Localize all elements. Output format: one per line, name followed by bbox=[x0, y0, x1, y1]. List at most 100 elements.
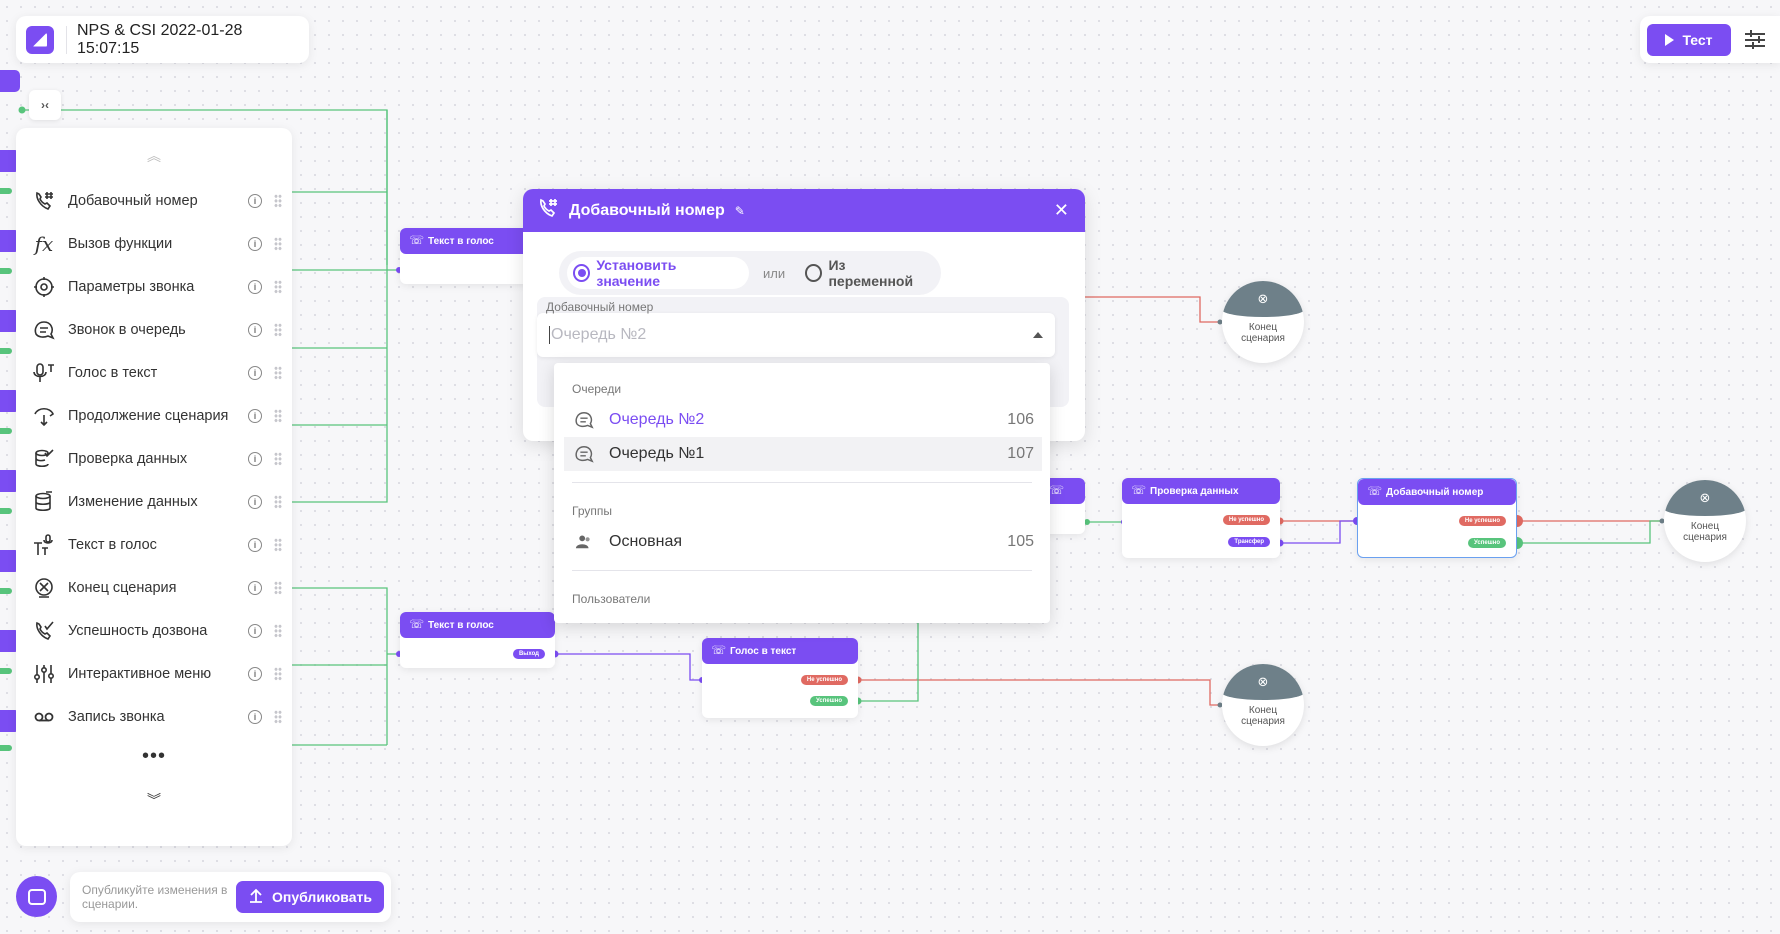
drag-handle-icon[interactable] bbox=[274, 452, 282, 466]
phone-hash-icon bbox=[32, 189, 56, 213]
text-to-voice-icon bbox=[32, 533, 56, 557]
node-title: Текст в голос bbox=[400, 612, 555, 638]
port-fail-label: Не успешно bbox=[1222, 515, 1270, 525]
palette-item-check-data[interactable]: Проверка данных i bbox=[32, 441, 282, 477]
palette-item-call-params[interactable]: Параметры звонка i bbox=[32, 269, 282, 305]
drag-handle-icon[interactable] bbox=[274, 280, 282, 294]
info-icon[interactable]: i bbox=[248, 624, 262, 638]
scenario-title[interactable]: NPS & CSI 2022-01-28 15:07:15 bbox=[77, 22, 309, 58]
palette-item-end-scenario[interactable]: Конец сценария i bbox=[32, 570, 282, 606]
node-check-data[interactable]: Проверка данных Не успешно Трансфер bbox=[1122, 478, 1280, 558]
dropdown-option-queue-2[interactable]: Очередь №2 106 bbox=[564, 403, 1042, 437]
settings-sliders-icon[interactable] bbox=[1745, 29, 1765, 50]
scroll-up-icon[interactable]: ︽ bbox=[16, 146, 292, 166]
palette-item-call-success[interactable]: Успешность дозвона i bbox=[32, 613, 282, 649]
palette-item-call-record[interactable]: Запись звонка i bbox=[32, 699, 282, 735]
caret-up-icon[interactable] bbox=[1033, 332, 1043, 338]
node-end-scenario-2[interactable]: ⊗ Конец сценария bbox=[1222, 664, 1304, 746]
title-divider bbox=[65, 25, 67, 54]
info-icon[interactable]: i bbox=[248, 409, 262, 423]
info-icon[interactable]: i bbox=[248, 366, 262, 380]
drag-handle-icon[interactable] bbox=[274, 323, 282, 337]
info-icon[interactable]: i bbox=[248, 538, 262, 552]
or-label: или bbox=[763, 265, 786, 281]
option-name: Основная bbox=[609, 533, 683, 550]
drag-handle-icon[interactable] bbox=[274, 710, 282, 724]
phone-hash-icon bbox=[537, 197, 559, 224]
info-icon[interactable]: i bbox=[248, 237, 262, 251]
palette-item-text-to-voice[interactable]: Текст в голос i bbox=[32, 527, 282, 563]
node-voice-to-text[interactable]: Голос в текст Не успешно Успешно bbox=[702, 638, 858, 718]
node-title: Добавочный номер bbox=[1358, 479, 1516, 505]
palette-item-label: Добавочный номер bbox=[68, 193, 198, 209]
scroll-down-icon[interactable]: ︾ bbox=[16, 790, 292, 810]
drag-handle-icon[interactable] bbox=[274, 409, 282, 423]
offscreen-port bbox=[0, 348, 12, 354]
palette-item-extension[interactable]: Добавочный номер i bbox=[32, 183, 282, 219]
offscreen-port bbox=[0, 745, 12, 751]
palette-item-label: Голос в текст bbox=[68, 365, 158, 381]
palette-item-label: Конец сценария bbox=[68, 580, 177, 596]
test-button-label: Тест bbox=[1682, 31, 1713, 48]
info-icon[interactable]: i bbox=[248, 495, 262, 509]
radio-checked-icon bbox=[573, 264, 591, 282]
node-text-to-voice-2[interactable]: Текст в голос Выход bbox=[400, 612, 555, 668]
edit-pencil-icon[interactable]: ✎ bbox=[735, 204, 745, 218]
chat-support-button[interactable] bbox=[16, 876, 57, 917]
dropdown-divider bbox=[572, 482, 1032, 483]
palette-item-voice-to-text[interactable]: Голос в текст i bbox=[32, 355, 282, 391]
palette-item-continue-scenario[interactable]: Продолжение сценария i bbox=[32, 398, 282, 434]
radio-set-value-label: Установить значение bbox=[596, 257, 677, 289]
queue-icon bbox=[574, 444, 594, 464]
drag-handle-icon[interactable] bbox=[274, 495, 282, 509]
radio-set-value[interactable]: Установить значение bbox=[567, 257, 749, 289]
dropdown-option-queue-1[interactable]: Очередь №1 107 bbox=[564, 437, 1042, 471]
info-icon[interactable]: i bbox=[248, 280, 262, 294]
app-logo-icon[interactable] bbox=[26, 25, 54, 54]
option-number: 107 bbox=[1007, 445, 1034, 462]
close-icon[interactable]: ✕ bbox=[1054, 200, 1069, 221]
drag-handle-icon[interactable] bbox=[274, 624, 282, 638]
palette-item-label: Изменение данных bbox=[68, 494, 198, 510]
radio-from-variable[interactable]: Из переменной bbox=[799, 257, 941, 289]
publish-button[interactable]: Опубликовать bbox=[236, 881, 384, 913]
info-icon[interactable]: i bbox=[248, 452, 262, 466]
function-icon: fx bbox=[34, 232, 54, 256]
palette-item-ivr[interactable]: Интерактивное меню i bbox=[32, 656, 282, 692]
info-icon[interactable]: i bbox=[248, 667, 262, 681]
palette-item-label: Проверка данных bbox=[68, 451, 188, 467]
node-extension-selected[interactable]: Добавочный номер Не успешно Успешно bbox=[1357, 478, 1517, 558]
dropdown-divider bbox=[572, 570, 1032, 571]
check-data-icon bbox=[32, 447, 56, 471]
more-icon[interactable]: ••• bbox=[16, 745, 292, 768]
info-icon[interactable]: i bbox=[248, 194, 262, 208]
group-header-queues: Очереди bbox=[572, 382, 622, 396]
info-icon[interactable]: i bbox=[248, 581, 262, 595]
drag-handle-icon[interactable] bbox=[274, 581, 282, 595]
palette-item-label: Успешность дозвона bbox=[68, 623, 208, 639]
info-icon[interactable]: i bbox=[248, 323, 262, 337]
palette-item-label: Вызов функции bbox=[68, 236, 173, 252]
option-number: 105 bbox=[1007, 533, 1034, 550]
drag-handle-icon[interactable] bbox=[274, 538, 282, 552]
palette-item-function[interactable]: fx Вызов функции i bbox=[32, 226, 282, 262]
palette-item-queue-call[interactable]: Звонок в очередь i bbox=[32, 312, 282, 348]
collapse-panel-button[interactable]: ›‹ bbox=[29, 90, 61, 120]
queue-icon bbox=[32, 318, 56, 342]
drag-handle-icon[interactable] bbox=[274, 194, 282, 208]
extension-select-field[interactable]: Очередь №2 bbox=[537, 313, 1055, 357]
end-icon bbox=[32, 576, 56, 600]
offscreen-node-tab[interactable] bbox=[0, 70, 20, 92]
node-end-scenario-3[interactable]: ⊗ Конец сценария bbox=[1664, 480, 1746, 562]
test-button[interactable]: Тест bbox=[1647, 23, 1731, 56]
palette-item-edit-data[interactable]: Изменение данных i bbox=[32, 484, 282, 520]
drag-handle-icon[interactable] bbox=[274, 667, 282, 681]
dropdown-option-group-main[interactable]: Основная 105 bbox=[564, 525, 1042, 559]
publish-panel: Опубликуйте изменения в сценарии. Опубли… bbox=[70, 872, 391, 922]
edit-data-icon bbox=[32, 490, 56, 514]
end-node-label: Конец сценария bbox=[1241, 322, 1285, 344]
node-end-scenario-1[interactable]: ⊗ Конец сценария bbox=[1222, 281, 1304, 363]
info-icon[interactable]: i bbox=[248, 710, 262, 724]
drag-handle-icon[interactable] bbox=[274, 237, 282, 251]
drag-handle-icon[interactable] bbox=[274, 366, 282, 380]
